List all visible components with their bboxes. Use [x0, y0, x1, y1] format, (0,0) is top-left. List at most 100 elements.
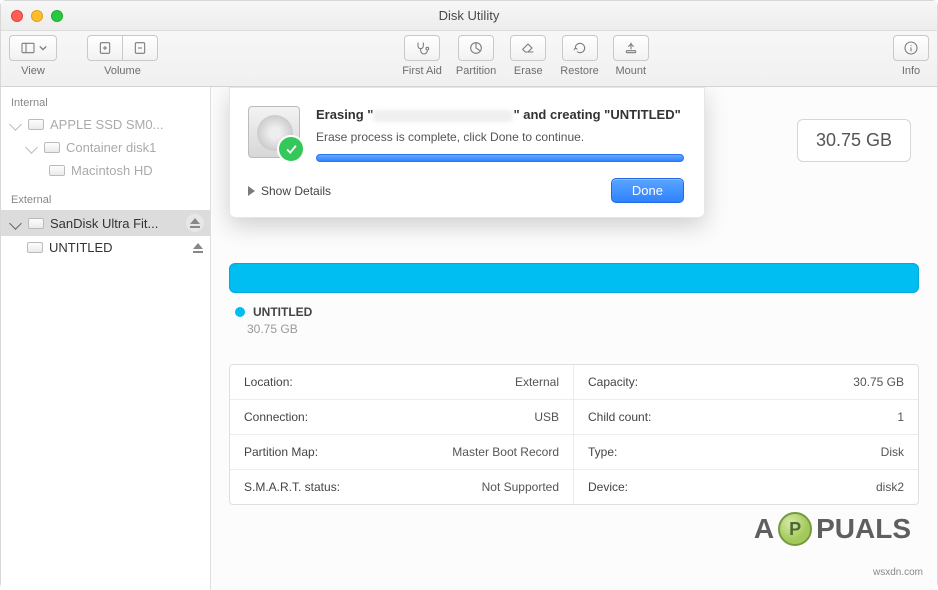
erase-icon — [520, 40, 536, 56]
firstaid-button[interactable] — [404, 35, 440, 61]
partition-legend: UNTITLED — [235, 305, 919, 319]
erase-complete-sheet: Erasing " " and creating "UNTITLED" Erase… — [229, 87, 705, 218]
done-label: Done — [632, 183, 663, 198]
disk-info-table: Location: External Capacity: 30.75 GB Co… — [229, 364, 919, 505]
close-window-button[interactable] — [11, 10, 23, 22]
external-disk-icon — [28, 218, 44, 229]
sidebar-item-apple-ssd[interactable]: APPLE SSD SM0... — [1, 113, 210, 136]
watermark-url: wsxdn.com — [873, 567, 923, 578]
info-row-capacity: Capacity: 30.75 GB — [574, 365, 918, 400]
toolbar-group-info: Info — [893, 35, 929, 77]
info-value: disk2 — [876, 480, 904, 494]
info-label: Connection: — [244, 410, 308, 424]
info-label: Capacity: — [588, 375, 638, 389]
view-button[interactable] — [9, 35, 57, 61]
toolbar-group-mount: Mount — [613, 35, 649, 77]
volume-icon — [27, 242, 43, 253]
titlebar: Disk Utility — [1, 1, 937, 31]
sheet-title: Erasing " " and creating "UNTITLED" — [316, 106, 684, 124]
info-value: Master Boot Record — [452, 445, 559, 459]
eject-button[interactable] — [186, 214, 204, 232]
volume-label: Volume — [104, 65, 141, 77]
watermark-logo: A P PUALS — [754, 512, 911, 546]
partition-name: UNTITLED — [253, 305, 312, 319]
info-value: Not Supported — [482, 480, 559, 494]
volume-plus-icon — [97, 40, 113, 56]
toolbar-group-firstaid: First Aid — [402, 35, 442, 77]
mount-label: Mount — [616, 65, 647, 77]
info-value: External — [515, 375, 559, 389]
sidebar-item-macintosh-hd[interactable]: Macintosh HD — [1, 159, 210, 182]
info-label: Type: — [588, 445, 617, 459]
sheet-title-prefix: Erasing " — [316, 107, 373, 122]
volume-add-button[interactable] — [87, 35, 123, 61]
info-label: Child count: — [588, 410, 651, 424]
partition-button[interactable] — [458, 35, 494, 61]
info-value: 30.75 GB — [853, 375, 904, 389]
stethoscope-icon — [414, 40, 430, 56]
mount-button[interactable] — [613, 35, 649, 61]
done-button[interactable]: Done — [611, 178, 684, 203]
eject-icon[interactable] — [192, 242, 204, 254]
info-label: Info — [902, 65, 920, 77]
container-icon — [44, 142, 60, 153]
erase-button[interactable] — [510, 35, 546, 61]
toolbar-group-partition: Partition — [456, 35, 496, 77]
pie-icon — [468, 40, 484, 56]
sheet-title-suffix: " and creating "UNTITLED" — [513, 107, 680, 122]
info-row-type: Type: Disk — [574, 435, 918, 470]
sidebar-item-untitled[interactable]: UNTITLED — [1, 236, 210, 259]
info-row-location: Location: External — [230, 365, 574, 400]
show-details-toggle[interactable]: Show Details — [248, 184, 331, 198]
info-value: 1 — [897, 410, 904, 424]
info-value: Disk — [881, 445, 904, 459]
watermark-suffix: PUALS — [816, 513, 911, 545]
sidebar-item-sandisk[interactable]: SanDisk Ultra Fit... — [1, 210, 210, 236]
capacity-value: 30.75 GB — [816, 130, 892, 150]
info-value: USB — [534, 410, 559, 424]
info-label: Partition Map: — [244, 445, 318, 459]
volume-icon — [49, 165, 65, 176]
sidebar-item-container-disk1[interactable]: Container disk1 — [1, 136, 210, 159]
firstaid-label: First Aid — [402, 65, 442, 77]
volume-minus-icon — [132, 40, 148, 56]
capacity-box: 30.75 GB — [797, 119, 911, 162]
info-row-smart: S.M.A.R.T. status: Not Supported — [230, 470, 574, 504]
watermark-p-icon: P — [778, 512, 812, 546]
zoom-window-button[interactable] — [51, 10, 63, 22]
volume-remove-button[interactable] — [122, 35, 158, 61]
disclosure-triangle-icon[interactable] — [9, 217, 22, 230]
view-label: View — [21, 65, 45, 77]
disclosure-triangle-icon[interactable] — [25, 141, 38, 154]
info-row-child-count: Child count: 1 — [574, 400, 918, 435]
sidebar-layout-icon — [20, 40, 36, 56]
sidebar-header-external: External — [1, 190, 210, 210]
erase-progress-bar — [316, 154, 684, 162]
internal-disk-icon — [28, 119, 44, 130]
sidebar-header-internal: Internal — [1, 93, 210, 113]
info-row-partition-map: Partition Map: Master Boot Record — [230, 435, 574, 470]
erase-label: Erase — [514, 65, 543, 77]
window-title: Disk Utility — [1, 8, 937, 23]
hard-drive-icon — [248, 106, 300, 158]
sidebar-item-label: APPLE SSD SM0... — [50, 117, 204, 132]
partition-size: 30.75 GB — [247, 322, 919, 336]
disclosure-triangle-icon[interactable] — [9, 118, 22, 131]
restore-icon — [572, 40, 588, 56]
sheet-message: Erase process is complete, click Done to… — [316, 130, 684, 144]
sidebar-item-label: UNTITLED — [49, 240, 115, 255]
disclosure-triangle-icon — [248, 186, 255, 196]
restore-button[interactable] — [562, 35, 598, 61]
eject-icon — [189, 217, 201, 229]
toolbar-group-volume: Volume — [87, 35, 158, 77]
toolbar-group-restore: Restore — [560, 35, 599, 77]
redacted-volume-name — [373, 110, 513, 122]
info-row-device: Device: disk2 — [574, 470, 918, 504]
sidebar-item-label: Macintosh HD — [71, 163, 204, 178]
info-label: Location: — [244, 375, 293, 389]
chevron-down-icon — [39, 45, 47, 51]
minimize-window-button[interactable] — [31, 10, 43, 22]
toolbar: View Volume First Aid Partition — [1, 31, 937, 87]
info-button[interactable] — [893, 35, 929, 61]
info-icon — [903, 40, 919, 56]
